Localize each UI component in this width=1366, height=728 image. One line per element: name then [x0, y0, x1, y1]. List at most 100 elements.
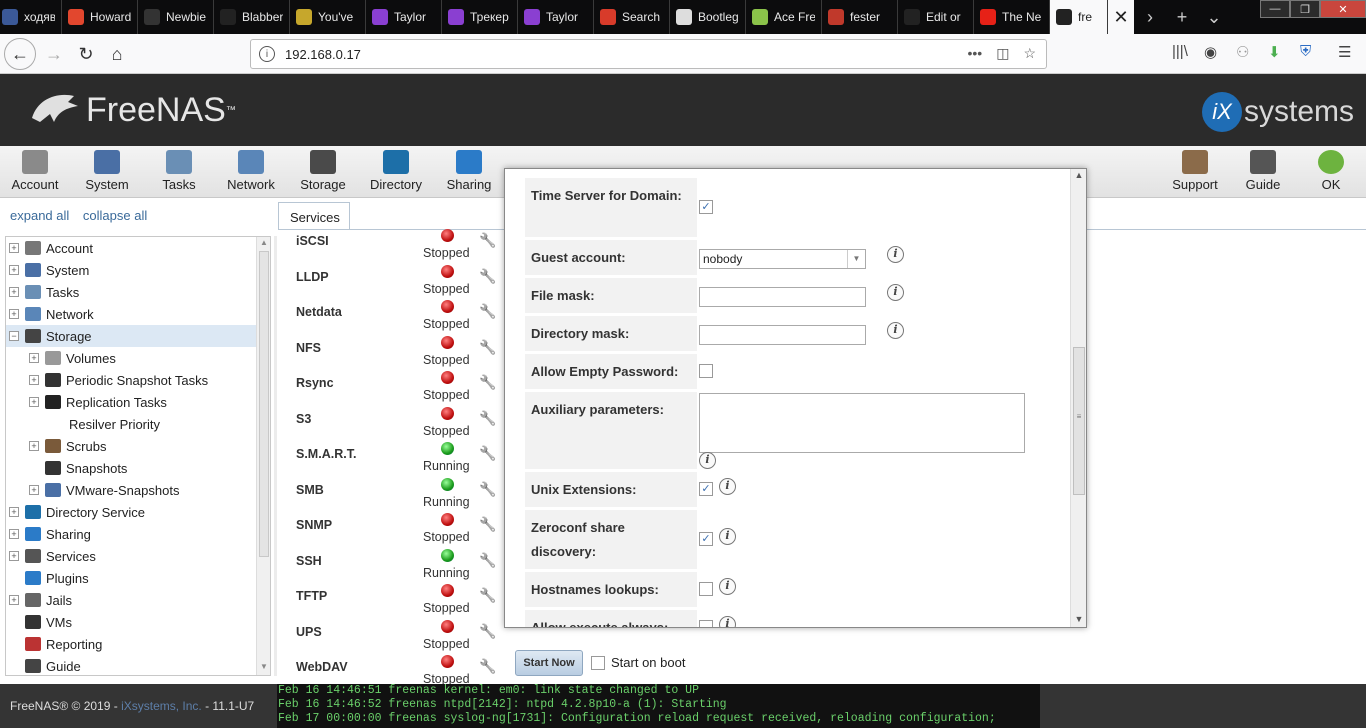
toolbar-tasks-button[interactable]: Tasks [144, 150, 214, 192]
toolbar-system-button[interactable]: System [72, 150, 142, 192]
tree-expander-icon[interactable]: + [29, 397, 39, 407]
tree-item-snapshots[interactable]: Snapshots [6, 457, 256, 479]
pane-splitter[interactable] [274, 236, 277, 676]
tree-item-resilver-priority[interactable]: Resilver Priority [6, 413, 256, 435]
home-button[interactable]: ⌂ [103, 40, 131, 68]
wrench-icon[interactable]: 🔧 [479, 374, 496, 391]
zeroconf-share-discovery-checkbox[interactable]: ✓ [699, 532, 713, 546]
allow-empty-password-checkbox[interactable] [699, 364, 713, 378]
wrench-icon[interactable]: 🔧 [479, 481, 496, 498]
wrench-icon[interactable]: 🔧 [479, 587, 496, 604]
new-tab-icon[interactable]: + [1166, 0, 1198, 34]
tree-item-tasks[interactable]: + Tasks [6, 281, 256, 303]
file-mask-input[interactable] [699, 287, 866, 307]
browser-tab[interactable]: The Ne [974, 0, 1050, 34]
toolbar-directory-button[interactable]: Directory [361, 150, 431, 192]
browser-tab[interactable]: You've [290, 0, 366, 34]
tree-expander-icon[interactable]: + [9, 595, 19, 605]
tab-services[interactable]: Services [278, 202, 350, 230]
tree-item-vms[interactable]: VMs [6, 611, 256, 633]
tree-item-vmware-snapshots[interactable]: + VMware-Snapshots [6, 479, 256, 501]
wrench-icon[interactable]: 🔧 [479, 658, 496, 675]
browser-tab[interactable]: Edit or [898, 0, 974, 34]
info-icon[interactable]: i [719, 616, 736, 627]
tree-item-replication-tasks[interactable]: + Replication Tasks [6, 391, 256, 413]
tree-item-reporting[interactable]: Reporting [6, 633, 256, 655]
scroll-thumb[interactable] [259, 251, 269, 557]
info-icon[interactable]: i [719, 528, 736, 545]
scroll-down-icon[interactable]: ▼ [1073, 614, 1085, 626]
collapse-all-link[interactable]: collapse all [83, 208, 147, 223]
tree-item-system[interactable]: + System [6, 259, 256, 281]
tree-expander-icon[interactable]: + [9, 243, 19, 253]
hostnames-lookups-checkbox[interactable] [699, 582, 713, 596]
allow-execute-always-checkbox[interactable] [699, 620, 713, 627]
tree-item-periodic-snapshot-tasks[interactable]: + Periodic Snapshot Tasks [6, 369, 256, 391]
scroll-thumb[interactable]: ≡ [1073, 347, 1085, 495]
tree-expander-icon[interactable]: + [29, 485, 39, 495]
tree-expander-icon[interactable]: + [29, 441, 39, 451]
shield-icon[interactable]: ⛨ [1300, 43, 1311, 60]
chevron-down-icon[interactable]: ▼ [847, 250, 865, 268]
tree-item-jails[interactable]: + Jails [6, 589, 256, 611]
tree-expander-icon[interactable]: + [9, 507, 19, 517]
tree-item-guide[interactable]: Guide [6, 655, 256, 677]
forward-button[interactable]: → [40, 40, 68, 68]
minimize-button[interactable]: — [1260, 0, 1290, 18]
page-actions-icon[interactable]: ••• [967, 45, 982, 62]
extension-icon[interactable]: ⚇ [1236, 43, 1249, 61]
wrench-icon[interactable]: 🔧 [479, 516, 496, 533]
tree-expander-icon[interactable]: + [29, 353, 39, 363]
dialog-scrollbar[interactable]: ▲ ≡ ▼ [1070, 169, 1086, 627]
close-tab-icon[interactable]: ✕ [1108, 0, 1134, 34]
tree-item-services[interactable]: + Services [6, 545, 256, 567]
tree-item-scrubs[interactable]: + Scrubs [6, 435, 256, 457]
tree-expander-icon[interactable]: + [9, 529, 19, 539]
back-button[interactable]: ← [4, 38, 36, 70]
time-server-for-domain-checkbox[interactable]: ✓ [699, 200, 713, 214]
toolbar-account-button[interactable]: Account [0, 150, 70, 192]
wrench-icon[interactable]: 🔧 [479, 268, 496, 285]
pocket-icon[interactable]: ◫ [996, 45, 1009, 62]
browser-tab[interactable]: Taylor [518, 0, 594, 34]
toolbar-ok-button[interactable]: OK [1296, 150, 1366, 192]
browser-tab[interactable]: ходяв [0, 0, 62, 34]
reload-button[interactable]: ↻ [72, 40, 100, 68]
auxiliary-parameters-textarea[interactable] [699, 393, 1025, 453]
company-link[interactable]: iXsystems, Inc. [121, 699, 202, 713]
restore-button[interactable]: ❐ [1290, 0, 1320, 18]
url-bar[interactable]: i 192.168.0.17 ••• ◫ ☆ [250, 39, 1047, 69]
wrench-icon[interactable]: 🔧 [479, 410, 496, 427]
browser-tab[interactable]: Bootleg [670, 0, 746, 34]
tree-item-directory-service[interactable]: + Directory Service [6, 501, 256, 523]
scroll-up-icon[interactable]: ▲ [1073, 170, 1085, 182]
wrench-icon[interactable]: 🔧 [479, 339, 496, 356]
unix-extensions-checkbox[interactable]: ✓ [699, 482, 713, 496]
tree-expander-icon[interactable]: + [9, 287, 19, 297]
browser-tab[interactable]: Taylor [366, 0, 442, 34]
tree-expander-icon[interactable]: − [9, 331, 19, 341]
menu-icon[interactable]: ☰ [1338, 43, 1351, 61]
library-icon[interactable]: |||\ [1172, 43, 1188, 60]
tree-expander-icon[interactable]: + [29, 375, 39, 385]
scroll-up-icon[interactable]: ▲ [258, 238, 270, 250]
wrench-icon[interactable]: 🔧 [479, 552, 496, 569]
browser-tab[interactable]: Howard [62, 0, 138, 34]
toolbar-sharing-button[interactable]: Sharing [434, 150, 504, 192]
info-icon[interactable]: i [719, 478, 736, 495]
browser-tab-active[interactable]: fre [1050, 0, 1108, 34]
browser-tab[interactable]: Ace Fre [746, 0, 822, 34]
toolbar-network-button[interactable]: Network [216, 150, 286, 192]
expand-all-link[interactable]: expand all [10, 208, 69, 223]
directory-mask-input[interactable] [699, 325, 866, 345]
tree-item-storage[interactable]: − Storage [6, 325, 256, 347]
browser-tab[interactable]: Blabber [214, 0, 290, 34]
tree-expander-icon[interactable]: + [9, 551, 19, 561]
browser-tab[interactable]: Search [594, 0, 670, 34]
tree-expander-icon[interactable]: + [9, 309, 19, 319]
toolbar-guide-button[interactable]: Guide [1228, 150, 1298, 192]
info-icon[interactable]: i [887, 284, 904, 301]
wrench-icon[interactable]: 🔧 [479, 303, 496, 320]
sync-icon[interactable]: ◉ [1204, 43, 1217, 61]
guest-account-select[interactable]: nobody ▼ [699, 249, 866, 269]
